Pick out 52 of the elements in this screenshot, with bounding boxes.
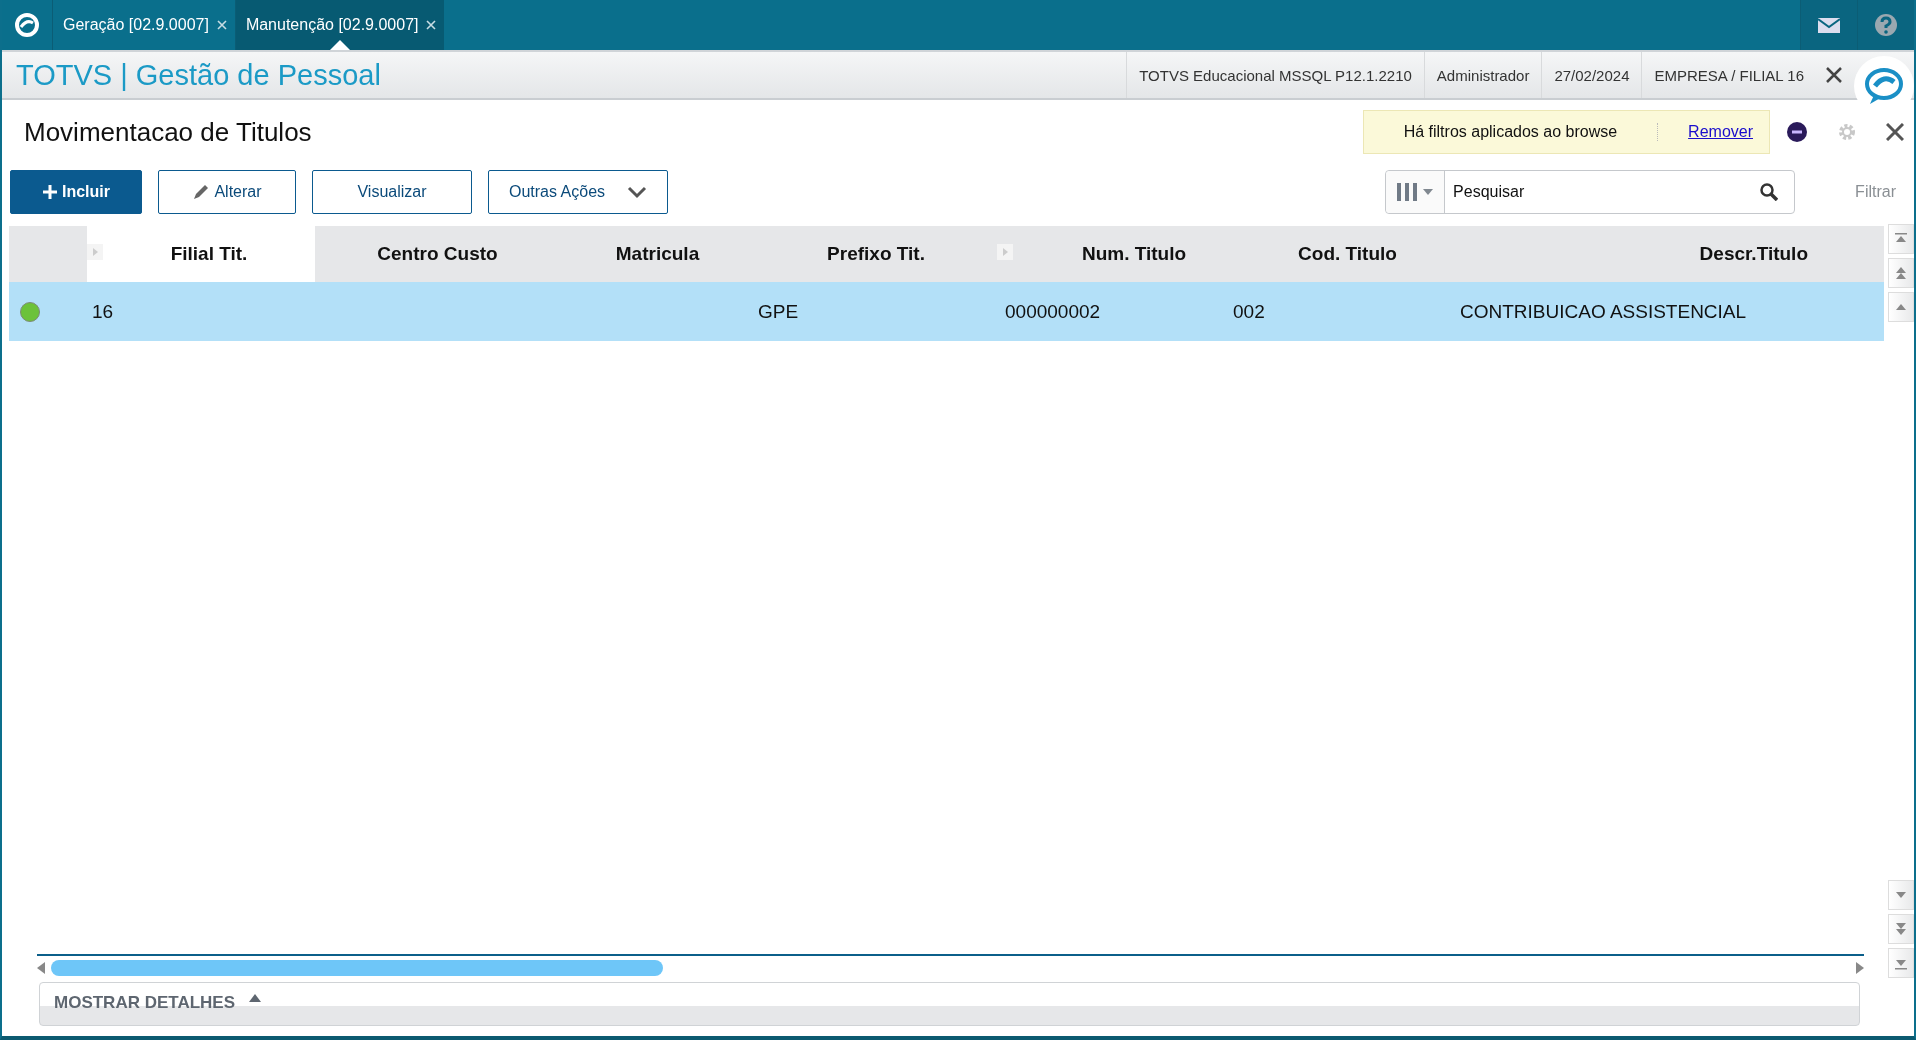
close-icon[interactable] <box>1886 123 1904 141</box>
scrollbar-thumb[interactable] <box>51 960 663 976</box>
filter-notice-text: Há filtros aplicados ao browse <box>1363 123 1659 141</box>
mail-icon[interactable] <box>1818 16 1840 34</box>
session-info: 27/02/2024 <box>1541 52 1642 98</box>
table-cell: 002 <box>1233 300 1265 323</box>
status-circle-icon[interactable] <box>1786 121 1808 143</box>
app-title: TOTVS | Gestão de Pessoal <box>15 58 382 92</box>
details-toggle[interactable]: MOSTRAR DETALHES <box>39 982 1860 1026</box>
chevron-down-icon <box>627 185 647 199</box>
tab-label: Geração [02.9.0007] <box>63 16 209 34</box>
column-header[interactable]: Descr.Titulo <box>1699 243 1808 265</box>
column-header[interactable]: Prefixo Tit. <box>827 243 925 265</box>
columns-icon <box>1397 183 1418 201</box>
column-header[interactable]: Cod. Titulo <box>1298 243 1397 265</box>
scroll-left-icon[interactable] <box>37 962 45 974</box>
caret-icon <box>1423 189 1434 195</box>
action-button[interactable]: Alterar <box>158 170 296 214</box>
search-icon[interactable] <box>1760 183 1779 201</box>
table-row[interactable]: 16 GPE 000000002 002 CONTRIBUICAO ASSISTENCIAL <box>9 282 1884 341</box>
help-icon[interactable] <box>1875 14 1897 36</box>
close-icon[interactable] <box>1826 67 1842 83</box>
app-tab[interactable]: Manutenção [02.9.0007] <box>234 0 445 50</box>
action-button[interactable]: Outras Ações <box>488 170 668 214</box>
column-header[interactable]: Filial Tit. <box>170 243 248 265</box>
session-info: EMPRESA / FILIAL 16 <box>1641 52 1816 98</box>
action-button[interactable]: Incluir <box>10 170 142 214</box>
search-input[interactable]: Pesquisar <box>1445 171 1761 213</box>
chat-bubble-icon[interactable] <box>1864 66 1904 106</box>
column-toggle[interactable] <box>1386 171 1446 213</box>
logo-icon[interactable] <box>14 12 40 38</box>
expand-up-icon <box>249 993 261 1003</box>
remove-filter-link[interactable]: Remover <box>1658 123 1769 141</box>
pencil-icon <box>192 183 211 201</box>
table-cell: 16 <box>92 300 114 323</box>
page-up-icon[interactable] <box>1894 266 1908 280</box>
session-info: Administrador <box>1423 52 1542 98</box>
plus-icon <box>42 184 58 200</box>
scroll-right-icon[interactable] <box>1856 962 1864 974</box>
table-cell: 000000002 <box>1005 300 1101 323</box>
active-tab-pointer-icon <box>330 40 351 50</box>
page-down-icon[interactable] <box>1894 922 1908 936</box>
session-info: TOTVS Educacional MSSQL P12.1.2210 <box>1126 52 1424 98</box>
column-header[interactable]: Num. Titulo <box>1081 243 1187 265</box>
action-button[interactable]: Visualizar <box>312 170 472 214</box>
table-cell: GPE <box>758 300 799 323</box>
column-header[interactable]: Centro Custo <box>377 243 498 265</box>
table-cell: CONTRIBUICAO ASSISTENCIAL <box>1460 300 1747 323</box>
page-title: Movimentacao de Titulos <box>24 116 313 148</box>
search-field[interactable]: Pesquisar <box>1385 170 1796 214</box>
column-header[interactable]: Matricula <box>615 243 700 265</box>
tab-label: Manutenção [02.9.0007] <box>245 16 419 34</box>
